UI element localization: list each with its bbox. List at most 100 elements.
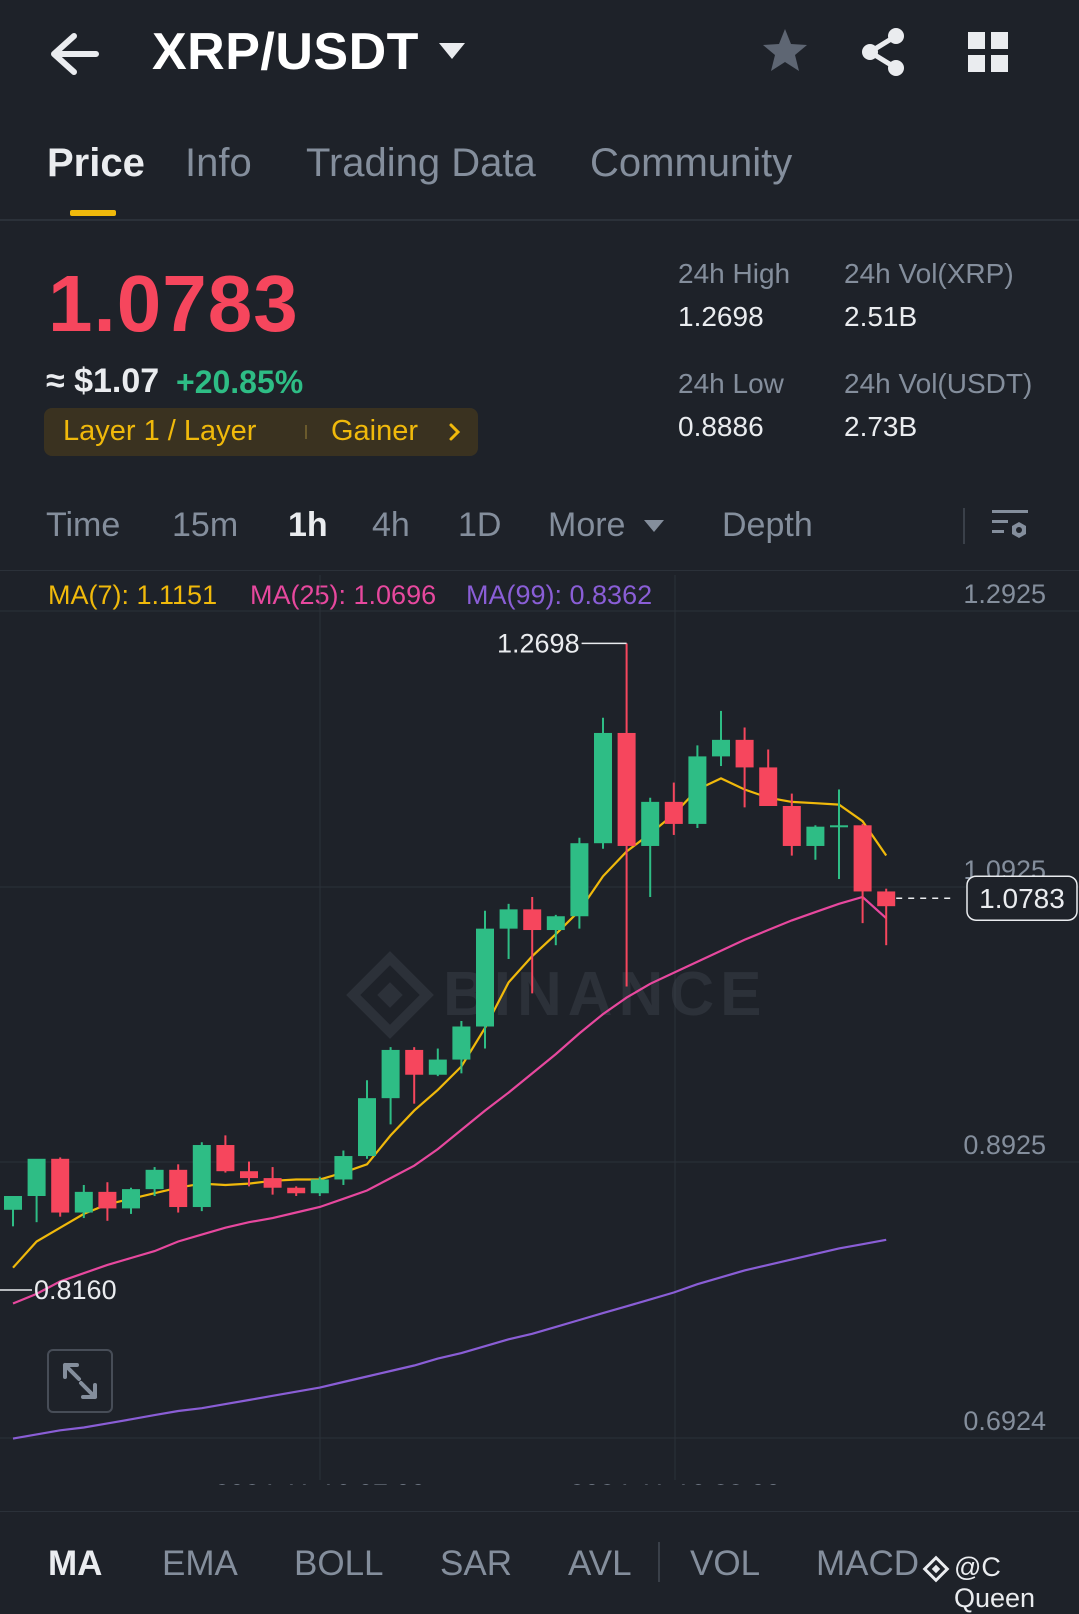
candle-up[interactable] — [122, 1189, 140, 1209]
chevron-right-icon — [449, 423, 461, 441]
candle-down[interactable] — [216, 1145, 235, 1172]
user-watermark: @C Queen — [954, 1552, 1036, 1613]
candle-up[interactable] — [570, 843, 589, 917]
binance-watermark: BINANCE — [346, 951, 761, 1039]
candle-up[interactable] — [334, 1156, 353, 1180]
interval-1d[interactable]: 1D — [458, 506, 501, 545]
candle-down[interactable] — [263, 1178, 282, 1188]
y-tick-label: 1.2925 — [963, 579, 1046, 609]
candlestick-chart[interactable]: 1.29251.09250.89250.69242024-11-16 07:00… — [0, 575, 1079, 1485]
ma25-line — [12, 895, 887, 1305]
candle-up[interactable] — [546, 916, 565, 931]
candle-down[interactable] — [735, 739, 754, 768]
indicator-ma[interactable]: MA — [48, 1544, 102, 1584]
candle-up[interactable] — [192, 1145, 211, 1208]
indicator-macd[interactable]: MACD — [816, 1544, 919, 1584]
candle-up[interactable] — [688, 756, 707, 824]
stat-low-label: 24h Low — [678, 368, 784, 399]
stat-low-value: 0.8886 — [678, 411, 764, 442]
more-caret-down-icon — [644, 520, 664, 532]
interval-time[interactable]: Time — [46, 506, 120, 545]
caret-down-icon[interactable] — [437, 40, 467, 62]
candle-up[interactable] — [428, 1059, 447, 1075]
candle-down[interactable] — [759, 767, 778, 807]
candle-down[interactable] — [877, 891, 896, 907]
high-price-label: 1.2698 — [497, 628, 580, 658]
tab-price[interactable]: Price — [47, 141, 145, 186]
candle-up[interactable] — [712, 739, 730, 757]
last-price: 1.0783 — [48, 259, 299, 348]
candle-up[interactable] — [476, 928, 494, 1027]
candle-down[interactable] — [523, 909, 542, 931]
grid-icon[interactable] — [966, 30, 1010, 74]
tag-gainer: Gainer — [331, 415, 419, 447]
share-icon[interactable] — [858, 26, 910, 78]
stat-vol-usdt-value: 2.73B — [844, 411, 918, 442]
candle-down[interactable] — [287, 1187, 306, 1194]
candle-up[interactable] — [74, 1191, 93, 1213]
star-icon[interactable] — [760, 26, 810, 76]
stat-high-value: 1.2698 — [678, 301, 764, 332]
candle-up[interactable] — [594, 732, 612, 844]
y-tick-label: 0.6924 — [963, 1406, 1046, 1436]
indicator-avl[interactable]: AVL — [568, 1544, 632, 1584]
interval-4h[interactable]: 4h — [372, 506, 410, 545]
interval-1h[interactable]: 1h — [288, 506, 328, 545]
price-change-percent: +20.85% — [176, 364, 304, 400]
candle-up[interactable] — [806, 826, 825, 846]
indicator-divider — [0, 1511, 1079, 1512]
indicator-ema[interactable]: EMA — [162, 1544, 238, 1584]
candle-down[interactable] — [51, 1158, 70, 1213]
interval-depth[interactable]: Depth — [722, 506, 813, 545]
candle-up[interactable] — [4, 1196, 22, 1210]
candle-up[interactable] — [452, 1026, 471, 1060]
tab-community[interactable]: Community — [590, 141, 792, 186]
candle-up[interactable] — [381, 1049, 400, 1099]
interval-more[interactable]: More — [548, 506, 625, 545]
stat-vol-usdt-label: 24h Vol(USDT) — [844, 368, 1033, 399]
tab-info[interactable]: Info — [185, 141, 252, 186]
active-tab-indicator — [70, 210, 116, 216]
candle-down[interactable] — [853, 825, 872, 892]
expand-icon — [63, 1363, 97, 1399]
interval-15m[interactable]: 15m — [172, 506, 238, 545]
stat-vol-xrp-label: 24h Vol(XRP) — [844, 258, 1014, 289]
back-arrow-icon[interactable] — [44, 28, 104, 80]
tag-separator — [305, 425, 307, 439]
candle-down[interactable] — [617, 732, 636, 846]
candle-up[interactable] — [830, 825, 848, 828]
candle-down[interactable] — [664, 801, 683, 824]
indicator-boll[interactable]: BOLL — [294, 1544, 384, 1584]
binance-logo-icon — [922, 1555, 950, 1583]
price-usd: ≈ $1.07 — [46, 362, 160, 400]
x-tick-label: 2024-11-16 22:00 — [569, 1479, 780, 1485]
candle-up[interactable] — [499, 909, 518, 929]
candle-down[interactable] — [169, 1169, 188, 1208]
candle-up[interactable] — [145, 1169, 164, 1190]
ma99-line — [12, 1238, 887, 1440]
pair-title[interactable]: XRP/USDT — [152, 22, 419, 82]
stat-vol-xrp-value: 2.51B — [844, 301, 918, 332]
stat-high-label: 24h High — [678, 258, 791, 289]
last-price-tag: 1.0783 — [979, 883, 1065, 914]
candle-up[interactable] — [641, 801, 660, 846]
candle-down[interactable] — [98, 1191, 117, 1209]
candle-up[interactable] — [358, 1098, 376, 1157]
tabs-divider — [0, 219, 1079, 221]
tab-trading-data[interactable]: Trading Data — [306, 141, 536, 186]
low-price-label: 0.8160 — [34, 1275, 117, 1305]
candle-down[interactable] — [782, 806, 801, 846]
tag-layer: Layer 1 / Layer — [63, 415, 257, 447]
candle-up[interactable] — [310, 1179, 329, 1194]
interval-separator — [963, 508, 965, 544]
candle-down[interactable] — [405, 1049, 424, 1075]
interval-divider — [0, 570, 1079, 571]
candle-down[interactable] — [240, 1171, 258, 1179]
indicator-separator — [658, 1542, 660, 1582]
indicator-vol[interactable]: VOL — [690, 1544, 760, 1584]
fullscreen-button[interactable] — [47, 1349, 113, 1413]
chart-settings-icon[interactable] — [990, 505, 1030, 545]
indicator-sar[interactable]: SAR — [440, 1544, 512, 1584]
candle-up[interactable] — [27, 1158, 46, 1197]
y-tick-label: 0.8925 — [963, 1130, 1046, 1160]
